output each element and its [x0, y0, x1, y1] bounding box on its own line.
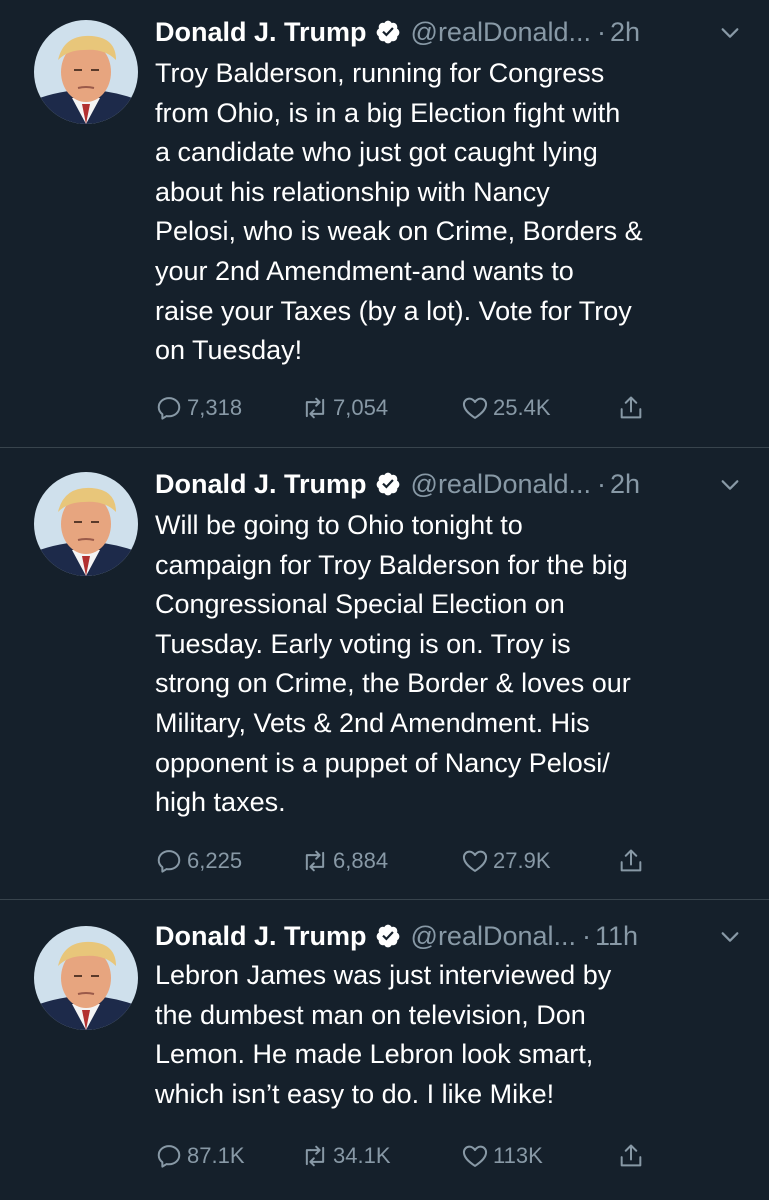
- like-icon: [461, 847, 489, 875]
- retweet-count: 6,884: [333, 848, 389, 873]
- reply-icon: [155, 847, 183, 875]
- verified-badge-icon: [375, 471, 401, 497]
- tweet[interactable]: Donald J. Trump @realDonald... · 2h Will…: [0, 448, 769, 900]
- verified-badge-icon: [375, 19, 401, 45]
- reply-button[interactable]: 7,318: [155, 388, 242, 428]
- reply-button[interactable]: 6,225: [155, 841, 242, 881]
- tweet-header: Donald J. Trump @realDonal... · 11h: [155, 916, 741, 956]
- reply-count: 7,318: [187, 395, 243, 420]
- share-button[interactable]: [617, 1136, 647, 1176]
- tweet[interactable]: Donald J. Trump @realDonal... · 11h Lebr…: [0, 900, 769, 1200]
- like-count: 27.9K: [493, 848, 551, 873]
- chevron-down-icon[interactable]: [719, 926, 741, 948]
- tweet-text: Will be going to Ohio tonight to campaig…: [155, 510, 631, 818]
- like-count: 25.4K: [493, 395, 551, 420]
- avatar[interactable]: [34, 472, 138, 576]
- timestamp[interactable]: 2h: [610, 469, 640, 500]
- like-icon: [461, 1142, 489, 1170]
- share-icon: [617, 847, 645, 875]
- like-icon: [461, 394, 489, 422]
- retweet-icon: [301, 1142, 329, 1170]
- tweet[interactable]: Donald J. Trump @realDonald... · 2h Troy…: [0, 0, 769, 448]
- share-icon: [617, 1142, 645, 1170]
- separator-dot: ·: [597, 16, 607, 47]
- separator-dot: ·: [582, 920, 592, 951]
- avatar[interactable]: [34, 20, 138, 124]
- verified-badge-icon: [375, 923, 401, 949]
- retweet-button[interactable]: 7,054: [301, 388, 388, 428]
- like-count: 113K: [493, 1143, 543, 1168]
- share-button[interactable]: [617, 841, 647, 881]
- like-button[interactable]: 113K: [461, 1136, 543, 1176]
- retweet-count: 7,054: [333, 395, 389, 420]
- retweet-count: 34.1K: [333, 1143, 391, 1168]
- author-handle[interactable]: @realDonal...: [411, 921, 576, 952]
- retweet-button[interactable]: 34.1K: [301, 1136, 391, 1176]
- tweet-text: Lebron James was just interviewed by the…: [155, 960, 612, 1109]
- avatar[interactable]: [34, 926, 138, 1030]
- reply-button[interactable]: 87.1K: [155, 1136, 245, 1176]
- author-handle[interactable]: @realDonald...: [411, 17, 592, 48]
- share-icon: [617, 394, 645, 422]
- reply-icon: [155, 394, 183, 422]
- tweet-header: Donald J. Trump @realDonald... · 2h: [155, 464, 741, 504]
- reply-count: 87.1K: [187, 1143, 245, 1168]
- author-name[interactable]: Donald J. Trump: [155, 921, 367, 952]
- like-button[interactable]: 27.9K: [461, 841, 551, 881]
- retweet-icon: [301, 847, 329, 875]
- retweet-button[interactable]: 6,884: [301, 841, 388, 881]
- reply-icon: [155, 1142, 183, 1170]
- tweet-text: Troy Balderson, running for Congress fro…: [155, 58, 643, 366]
- author-name[interactable]: Donald J. Trump: [155, 469, 367, 500]
- tweet-header: Donald J. Trump @realDonald... · 2h: [155, 12, 741, 52]
- tweet-actions: 7,318 7,054 25.4K: [155, 388, 675, 428]
- author-handle[interactable]: @realDonald...: [411, 469, 592, 500]
- retweet-icon: [301, 394, 329, 422]
- timestamp[interactable]: 2h: [610, 17, 640, 48]
- tweet-actions: 87.1K 34.1K 113K: [155, 1136, 675, 1176]
- reply-count: 6,225: [187, 848, 243, 873]
- separator-dot: ·: [597, 468, 607, 499]
- timestamp[interactable]: 11h: [595, 921, 638, 952]
- like-button[interactable]: 25.4K: [461, 388, 551, 428]
- tweet-actions: 6,225 6,884 27.9K: [155, 841, 675, 881]
- author-name[interactable]: Donald J. Trump: [155, 17, 367, 48]
- chevron-down-icon[interactable]: [719, 22, 741, 44]
- share-button[interactable]: [617, 388, 647, 428]
- chevron-down-icon[interactable]: [719, 474, 741, 496]
- timeline-feed: Donald J. Trump @realDonald... · 2h Troy…: [0, 0, 769, 1200]
